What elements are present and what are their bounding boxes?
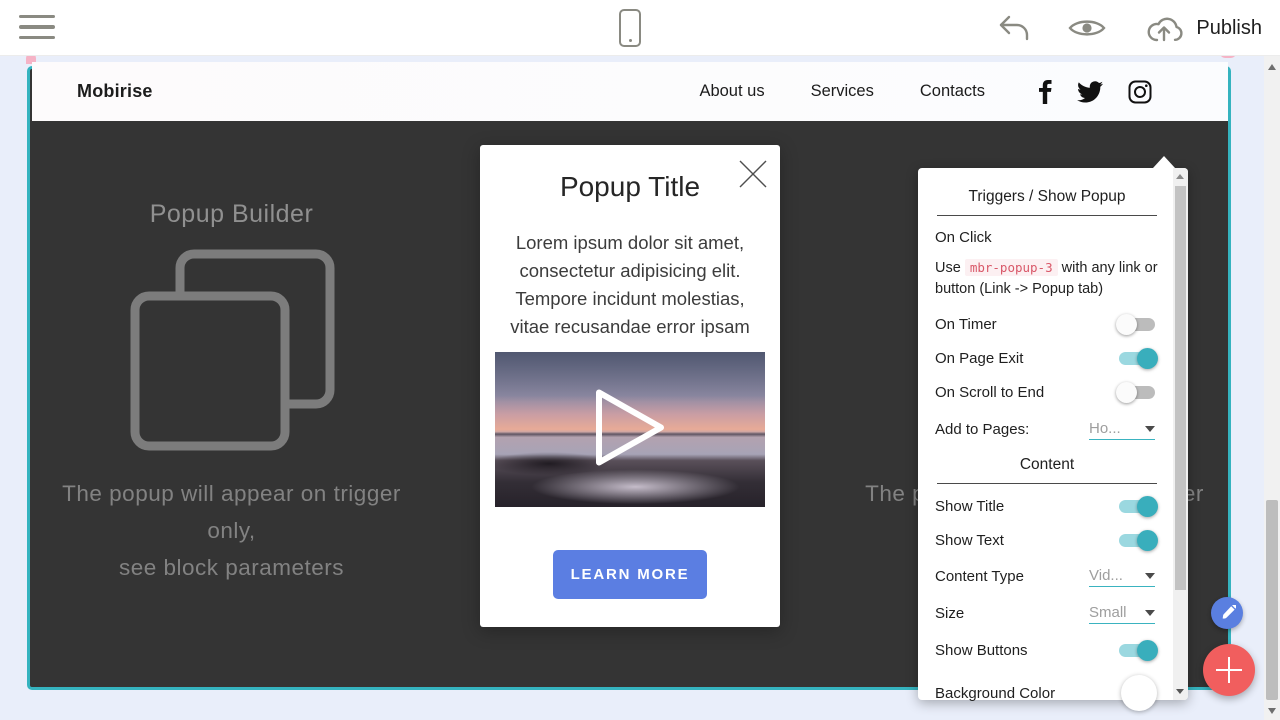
site-navbar: Mobirise About us Services Contacts — [32, 62, 1228, 121]
scroll-up-icon[interactable] — [1268, 64, 1276, 70]
scroll-down-icon[interactable] — [1268, 708, 1276, 714]
chevron-down-icon — [1145, 610, 1155, 616]
size-label: Size — [935, 605, 964, 622]
show-title-toggle[interactable] — [1119, 500, 1155, 513]
app-toolbar: Publish — [0, 0, 1280, 56]
show-buttons-row: Show Buttons — [935, 640, 1159, 660]
content-type-select[interactable]: Vid... — [1089, 565, 1155, 587]
show-buttons-toggle[interactable] — [1119, 644, 1155, 657]
content-type-row: Content Type Vid... — [935, 566, 1159, 586]
nav-link-about[interactable]: About us — [699, 82, 764, 101]
background-color-label: Background Color — [935, 685, 1055, 702]
learn-more-button[interactable]: LEARN MORE — [553, 550, 707, 599]
popup-card: Popup Builder The popup will appear on t… — [30, 69, 433, 687]
show-text-row: Show Text — [935, 530, 1159, 550]
on-page-exit-toggle[interactable] — [1119, 352, 1155, 365]
video-thumbnail[interactable] — [495, 352, 765, 507]
popup-title: Popup Title — [480, 171, 780, 203]
section-divider — [937, 483, 1157, 484]
triggers-section-header: Triggers / Show Popup — [935, 188, 1159, 215]
on-scroll-end-row: On Scroll to End — [935, 382, 1159, 402]
section-divider — [937, 215, 1157, 216]
chevron-down-icon — [1145, 426, 1155, 432]
publish-label: Publish — [1196, 17, 1262, 40]
on-timer-row: On Timer — [935, 314, 1159, 334]
popup-text-line: Tempore incidunt molestias, — [480, 285, 780, 313]
add-to-pages-select[interactable]: Ho... — [1089, 418, 1155, 440]
on-timer-label: On Timer — [935, 316, 997, 333]
on-click-label: On Click — [935, 229, 1159, 246]
content-section-header: Content — [935, 456, 1159, 483]
show-title-label: Show Title — [935, 498, 1004, 515]
add-to-pages-label: Add to Pages: — [935, 421, 1029, 438]
card-text-line: see block parameters — [30, 549, 433, 586]
site-logo[interactable]: Mobirise — [77, 81, 153, 102]
panel-scrollbar[interactable] — [1173, 168, 1188, 700]
content-type-label: Content Type — [935, 568, 1024, 585]
size-row: Size Small — [935, 603, 1159, 623]
social-icons — [1039, 80, 1152, 104]
undo-icon[interactable] — [998, 15, 1030, 42]
mobile-view-icon[interactable] — [619, 9, 641, 47]
on-page-exit-row: On Page Exit — [935, 348, 1159, 368]
publish-cloud-icon — [1144, 13, 1184, 44]
popup-text-line: Lorem ipsum dolor sit amet, — [480, 229, 780, 257]
popup-card-text: The popup will appear on trigger only, s… — [30, 475, 433, 586]
twitter-icon[interactable] — [1077, 81, 1103, 103]
popup-usage-hint: Use mbr-popup-3 with any link or button … — [935, 257, 1159, 300]
content-type-value: Vid... — [1089, 567, 1123, 584]
add-block-button[interactable] — [1203, 644, 1255, 696]
background-color-row: Background Color — [935, 675, 1159, 711]
hint-prefix: Use — [935, 260, 965, 276]
publish-button[interactable]: Publish — [1144, 13, 1262, 44]
popup-text-line: consectetur adipisicing elit. — [480, 257, 780, 285]
on-page-exit-label: On Page Exit — [935, 350, 1023, 367]
popup-body-text: Lorem ipsum dolor sit amet, consectetur … — [480, 229, 780, 341]
style-paintbrush-button[interactable] — [1211, 597, 1243, 629]
on-scroll-end-toggle[interactable] — [1119, 386, 1155, 399]
show-text-label: Show Text — [935, 532, 1004, 549]
add-to-pages-row: Add to Pages: Ho... — [935, 419, 1159, 439]
show-text-toggle[interactable] — [1119, 534, 1155, 547]
popup-modal: Popup Title Lorem ipsum dolor sit amet, … — [480, 145, 780, 627]
nav-links: About us Services Contacts — [699, 82, 985, 101]
show-buttons-label: Show Buttons — [935, 642, 1028, 659]
add-to-pages-value: Ho... — [1089, 420, 1121, 437]
instagram-icon[interactable] — [1128, 80, 1152, 104]
page-scrollbar[interactable] — [1264, 56, 1280, 720]
on-scroll-end-label: On Scroll to End — [935, 384, 1044, 401]
card-text-line: only, — [30, 512, 433, 549]
scroll-up-icon[interactable] — [1176, 174, 1184, 179]
popup-squares-icon — [130, 249, 335, 459]
facebook-icon[interactable] — [1039, 80, 1052, 104]
background-color-swatch[interactable] — [1121, 675, 1157, 711]
chevron-down-icon — [1145, 573, 1155, 579]
scroll-down-icon[interactable] — [1176, 689, 1184, 694]
nav-link-contacts[interactable]: Contacts — [920, 82, 985, 101]
panel-pointer — [1153, 156, 1175, 168]
size-select[interactable]: Small — [1089, 602, 1155, 624]
show-title-row: Show Title — [935, 496, 1159, 516]
block-settings-panel: Triggers / Show Popup On Click Use mbr-p… — [918, 168, 1188, 700]
page-scrollbar-thumb[interactable] — [1266, 500, 1278, 700]
popup-text-line: vitae recusandae error ipsam — [480, 313, 780, 341]
panel-scrollbar-thumb[interactable] — [1175, 186, 1186, 590]
size-value: Small — [1089, 604, 1127, 621]
paintbrush-icon — [1219, 605, 1236, 622]
card-text-line: The popup will appear on trigger — [30, 475, 433, 512]
popup-code-chip: mbr-popup-3 — [965, 259, 1058, 276]
plus-icon — [1214, 655, 1244, 685]
on-timer-toggle[interactable] — [1119, 318, 1155, 331]
nav-link-services[interactable]: Services — [811, 82, 874, 101]
preview-eye-icon[interactable] — [1068, 17, 1106, 39]
menu-icon[interactable] — [19, 15, 55, 41]
popup-card-title: Popup Builder — [30, 200, 433, 229]
play-icon[interactable] — [593, 386, 667, 473]
